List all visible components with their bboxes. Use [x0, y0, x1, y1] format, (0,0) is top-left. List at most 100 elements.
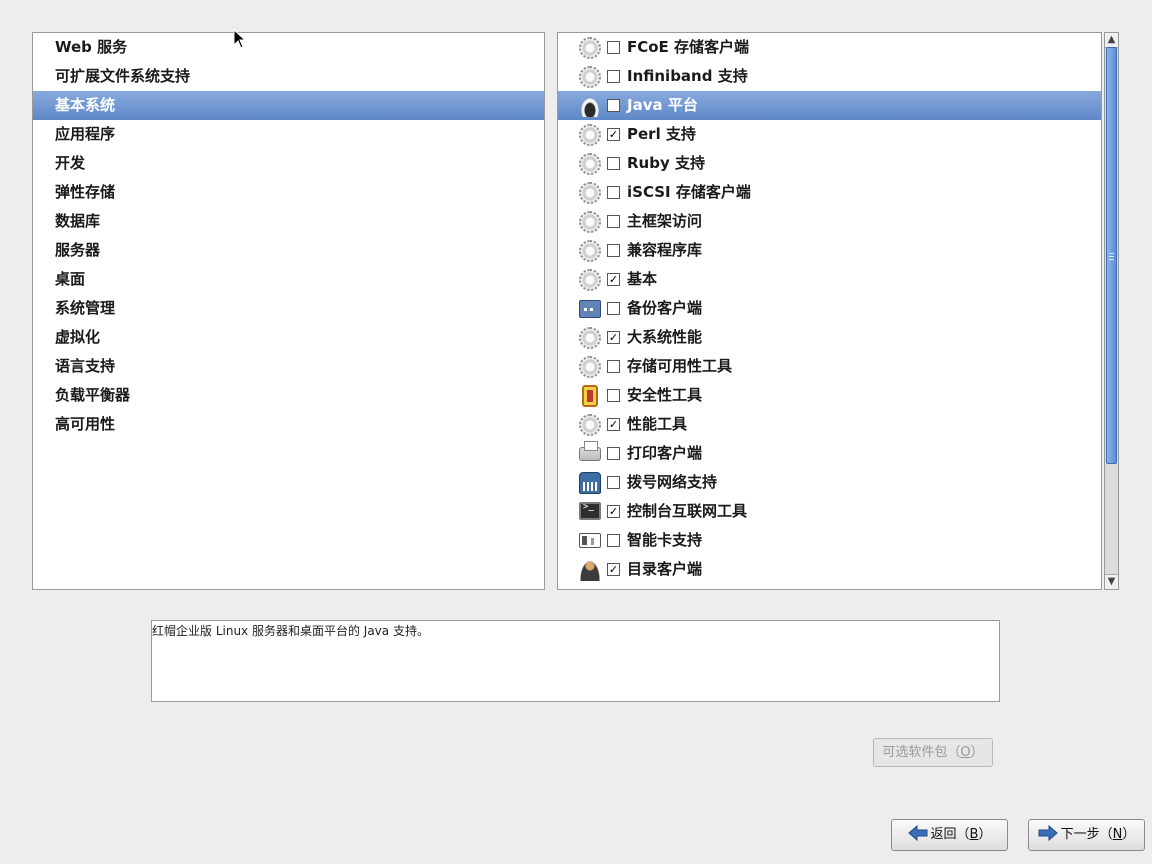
- next-label: 下一步（: [1060, 827, 1113, 842]
- package-group-row[interactable]: iSCSI 存储客户端: [558, 178, 1101, 207]
- group-checkbox[interactable]: [607, 244, 620, 257]
- group-checkbox[interactable]: ✓: [607, 273, 620, 286]
- package-group-row[interactable]: 主框架访问: [558, 207, 1101, 236]
- security-shield-icon: [582, 385, 598, 407]
- next-button[interactable]: 下一步（N）: [1028, 819, 1145, 851]
- group-checkbox[interactable]: ✓: [607, 418, 620, 431]
- group-checkbox[interactable]: [607, 41, 620, 54]
- package-group-row[interactable]: ✓ 目录客户端: [558, 555, 1101, 584]
- users-icon: [579, 559, 601, 581]
- package-group-row[interactable]: ✓ 基本: [558, 265, 1101, 294]
- group-checkbox[interactable]: ✓: [607, 563, 620, 576]
- package-group-row[interactable]: ✓ 性能工具: [558, 410, 1101, 439]
- category-label: 桌面: [55, 270, 86, 288]
- gear-icon: [579, 37, 601, 59]
- category-item[interactable]: 负载平衡器: [33, 381, 544, 410]
- group-checkbox[interactable]: [607, 157, 620, 170]
- category-item[interactable]: Web 服务: [33, 33, 544, 62]
- group-checkbox[interactable]: ✓: [607, 128, 620, 141]
- category-list[interactable]: Web 服务可扩展文件系统支持基本系统应用程序开发弹性存储数据库服务器桌面系统管…: [32, 32, 545, 590]
- package-group-row[interactable]: Infiniband 支持: [558, 62, 1101, 91]
- category-item[interactable]: 弹性存储: [33, 178, 544, 207]
- category-item[interactable]: 语言支持: [33, 352, 544, 381]
- group-checkbox[interactable]: [607, 215, 620, 228]
- scrollbar-grip-icon: [1109, 253, 1114, 260]
- group-label: iSCSI 存储客户端: [627, 183, 751, 201]
- group-label: 主框架访问: [627, 212, 703, 230]
- category-item[interactable]: 桌面: [33, 265, 544, 294]
- group-checkbox[interactable]: [607, 534, 620, 547]
- package-group-row[interactable]: 备份客户端: [558, 294, 1101, 323]
- group-label: Java 平台: [627, 96, 698, 114]
- package-group-row[interactable]: Ruby 支持: [558, 149, 1101, 178]
- optional-packages-button[interactable]: 可选软件包（O）: [873, 738, 993, 767]
- package-group-row[interactable]: ✓ Perl 支持: [558, 120, 1101, 149]
- phone-icon: [579, 472, 601, 494]
- group-checkbox[interactable]: [607, 99, 620, 112]
- category-item[interactable]: 基本系统: [33, 91, 544, 120]
- gear-icon: [579, 182, 601, 204]
- group-description-text: 红帽企业版 Linux 服务器和桌面平台的 Java 支持。: [152, 624, 429, 638]
- smart-card-icon: [579, 533, 601, 548]
- printer-icon: [579, 441, 601, 461]
- category-item[interactable]: 可扩展文件系统支持: [33, 62, 544, 91]
- optional-packages-mnemonic: O: [960, 745, 971, 760]
- package-group-row[interactable]: 兼容程序库: [558, 236, 1101, 265]
- back-label: 返回（: [930, 827, 970, 842]
- package-group-row[interactable]: ✓ 控制台互联网工具: [558, 497, 1101, 526]
- scroll-up-arrow-icon[interactable]: ▲: [1105, 33, 1118, 48]
- group-label: 兼容程序库: [627, 241, 703, 259]
- category-item[interactable]: 高可用性: [33, 410, 544, 439]
- group-list-scrollbar[interactable]: ▲ ▼: [1104, 32, 1119, 590]
- group-label: 智能卡支持: [627, 531, 703, 549]
- group-checkbox[interactable]: [607, 186, 620, 199]
- category-item[interactable]: 数据库: [33, 207, 544, 236]
- package-group-row[interactable]: 打印客户端: [558, 439, 1101, 468]
- package-group-row[interactable]: 拨号网络支持: [558, 468, 1101, 497]
- group-label: Ruby 支持: [627, 154, 705, 172]
- category-label: 服务器: [55, 241, 101, 259]
- gear-icon: [579, 66, 601, 88]
- category-label: 虚拟化: [55, 328, 101, 346]
- group-label: Perl 支持: [627, 125, 696, 143]
- category-label: 基本系统: [55, 96, 116, 114]
- category-label: 弹性存储: [55, 183, 116, 201]
- package-group-list[interactable]: FCoE 存储客户端 Infiniband 支持 Java 平台 ✓ Perl 支持 Ru…: [557, 32, 1102, 590]
- package-group-row[interactable]: 智能卡支持: [558, 526, 1101, 555]
- category-item[interactable]: 服务器: [33, 236, 544, 265]
- group-label: 打印客户端: [627, 444, 703, 462]
- category-item[interactable]: 开发: [33, 149, 544, 178]
- group-label: 备份客户端: [627, 299, 703, 317]
- scroll-down-arrow-icon[interactable]: ▼: [1105, 574, 1118, 589]
- category-item[interactable]: 系统管理: [33, 294, 544, 323]
- group-checkbox[interactable]: ✓: [607, 331, 620, 344]
- category-item[interactable]: 应用程序: [33, 120, 544, 149]
- category-label: 应用程序: [55, 125, 116, 143]
- arrow-left-icon: [907, 825, 928, 841]
- gear-icon: [579, 269, 601, 291]
- gear-icon: [579, 153, 601, 175]
- category-label: Web 服务: [55, 38, 128, 56]
- gear-icon: [579, 356, 601, 378]
- group-checkbox[interactable]: [607, 70, 620, 83]
- package-group-row[interactable]: 存储可用性工具: [558, 352, 1101, 381]
- package-group-row[interactable]: FCoE 存储客户端: [558, 33, 1101, 62]
- package-group-row-partial: [558, 584, 1101, 589]
- group-label: 控制台互联网工具: [627, 502, 748, 520]
- group-checkbox[interactable]: [607, 389, 620, 402]
- back-suffix: ）: [978, 827, 992, 842]
- group-checkbox[interactable]: [607, 360, 620, 373]
- package-group-row[interactable]: 安全性工具: [558, 381, 1101, 410]
- scrollbar-thumb[interactable]: [1106, 47, 1117, 464]
- group-checkbox[interactable]: [607, 302, 620, 315]
- category-label: 负载平衡器: [55, 386, 131, 404]
- group-checkbox[interactable]: [607, 447, 620, 460]
- group-checkbox[interactable]: ✓: [607, 505, 620, 518]
- terminal-icon: [579, 502, 601, 520]
- package-group-row[interactable]: Java 平台: [558, 91, 1101, 120]
- package-group-row[interactable]: ✓ 大系统性能: [558, 323, 1101, 352]
- category-item[interactable]: 虚拟化: [33, 323, 544, 352]
- back-button[interactable]: 返回（B）: [891, 819, 1008, 851]
- category-label: 系统管理: [55, 299, 116, 317]
- group-checkbox[interactable]: [607, 476, 620, 489]
